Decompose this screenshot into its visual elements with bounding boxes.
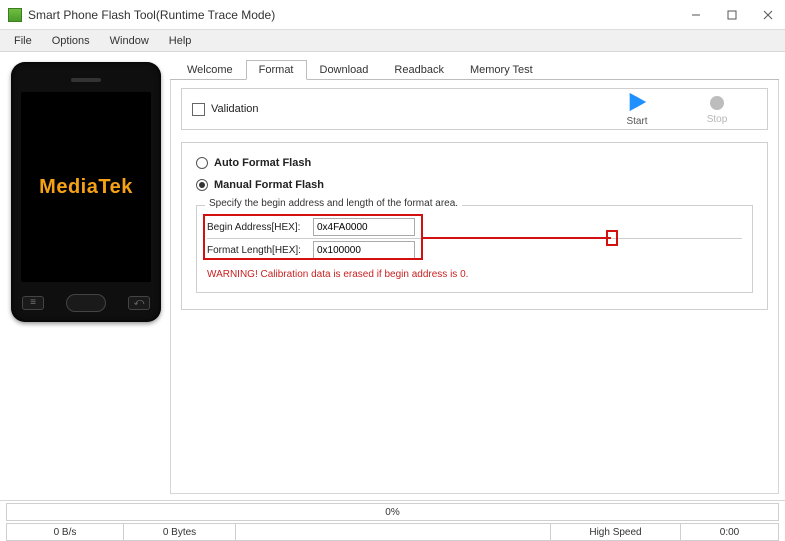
- menu-bar: File Options Window Help: [0, 30, 785, 52]
- app-icon: [8, 8, 22, 22]
- tab-download[interactable]: Download: [307, 60, 382, 80]
- phone-graphic: MediaTek ≡ ⤺: [11, 62, 161, 322]
- manual-format-label: Manual Format Flash: [214, 179, 324, 191]
- auto-format-label: Auto Format Flash: [214, 157, 311, 169]
- status-bar: 0% 0 B/s 0 Bytes High Speed 0:00: [0, 500, 785, 541]
- menu-options[interactable]: Options: [42, 32, 100, 50]
- progress-value: 0%: [385, 507, 399, 518]
- begin-address-input[interactable]: [313, 218, 415, 236]
- validation-checkbox[interactable]: [192, 103, 205, 116]
- radio-auto-format[interactable]: [196, 157, 208, 169]
- progress-bar: 0%: [6, 503, 779, 521]
- format-length-input[interactable]: [313, 241, 415, 259]
- menu-window[interactable]: Window: [100, 32, 159, 50]
- window-title: Smart Phone Flash Tool(Runtime Trace Mod…: [28, 8, 687, 22]
- stop-label: Stop: [677, 114, 757, 125]
- tab-memory-test[interactable]: Memory Test: [457, 60, 546, 80]
- menu-help[interactable]: Help: [159, 32, 202, 50]
- phone-home-button: [66, 294, 106, 312]
- maximize-button[interactable]: [723, 6, 741, 24]
- tab-format[interactable]: Format: [246, 60, 307, 80]
- start-button[interactable]: Start: [597, 91, 677, 127]
- stop-icon: [710, 96, 724, 110]
- radio-manual-format[interactable]: [196, 179, 208, 191]
- stop-button[interactable]: Stop: [677, 94, 757, 125]
- close-button[interactable]: [759, 6, 777, 24]
- begin-address-label: Begin Address[HEX]:: [207, 222, 313, 233]
- play-icon: [597, 91, 677, 116]
- menu-file[interactable]: File: [4, 32, 42, 50]
- format-legend: Specify the begin address and length of …: [205, 198, 462, 209]
- start-label: Start: [597, 116, 677, 127]
- tab-strip: Welcome Format Download Readback Memory …: [170, 58, 779, 80]
- validation-label: Validation: [211, 103, 259, 115]
- format-length-label: Format Length[HEX]:: [207, 245, 313, 256]
- phone-back-button: ⤺: [128, 296, 150, 310]
- phone-menu-button: ≡: [22, 296, 44, 310]
- warning-text: WARNING! Calibration data is erased if b…: [207, 269, 742, 280]
- tab-welcome[interactable]: Welcome: [174, 60, 246, 80]
- minimize-button[interactable]: [687, 6, 705, 24]
- phone-brand: MediaTek: [39, 176, 133, 199]
- tab-readback[interactable]: Readback: [381, 60, 457, 80]
